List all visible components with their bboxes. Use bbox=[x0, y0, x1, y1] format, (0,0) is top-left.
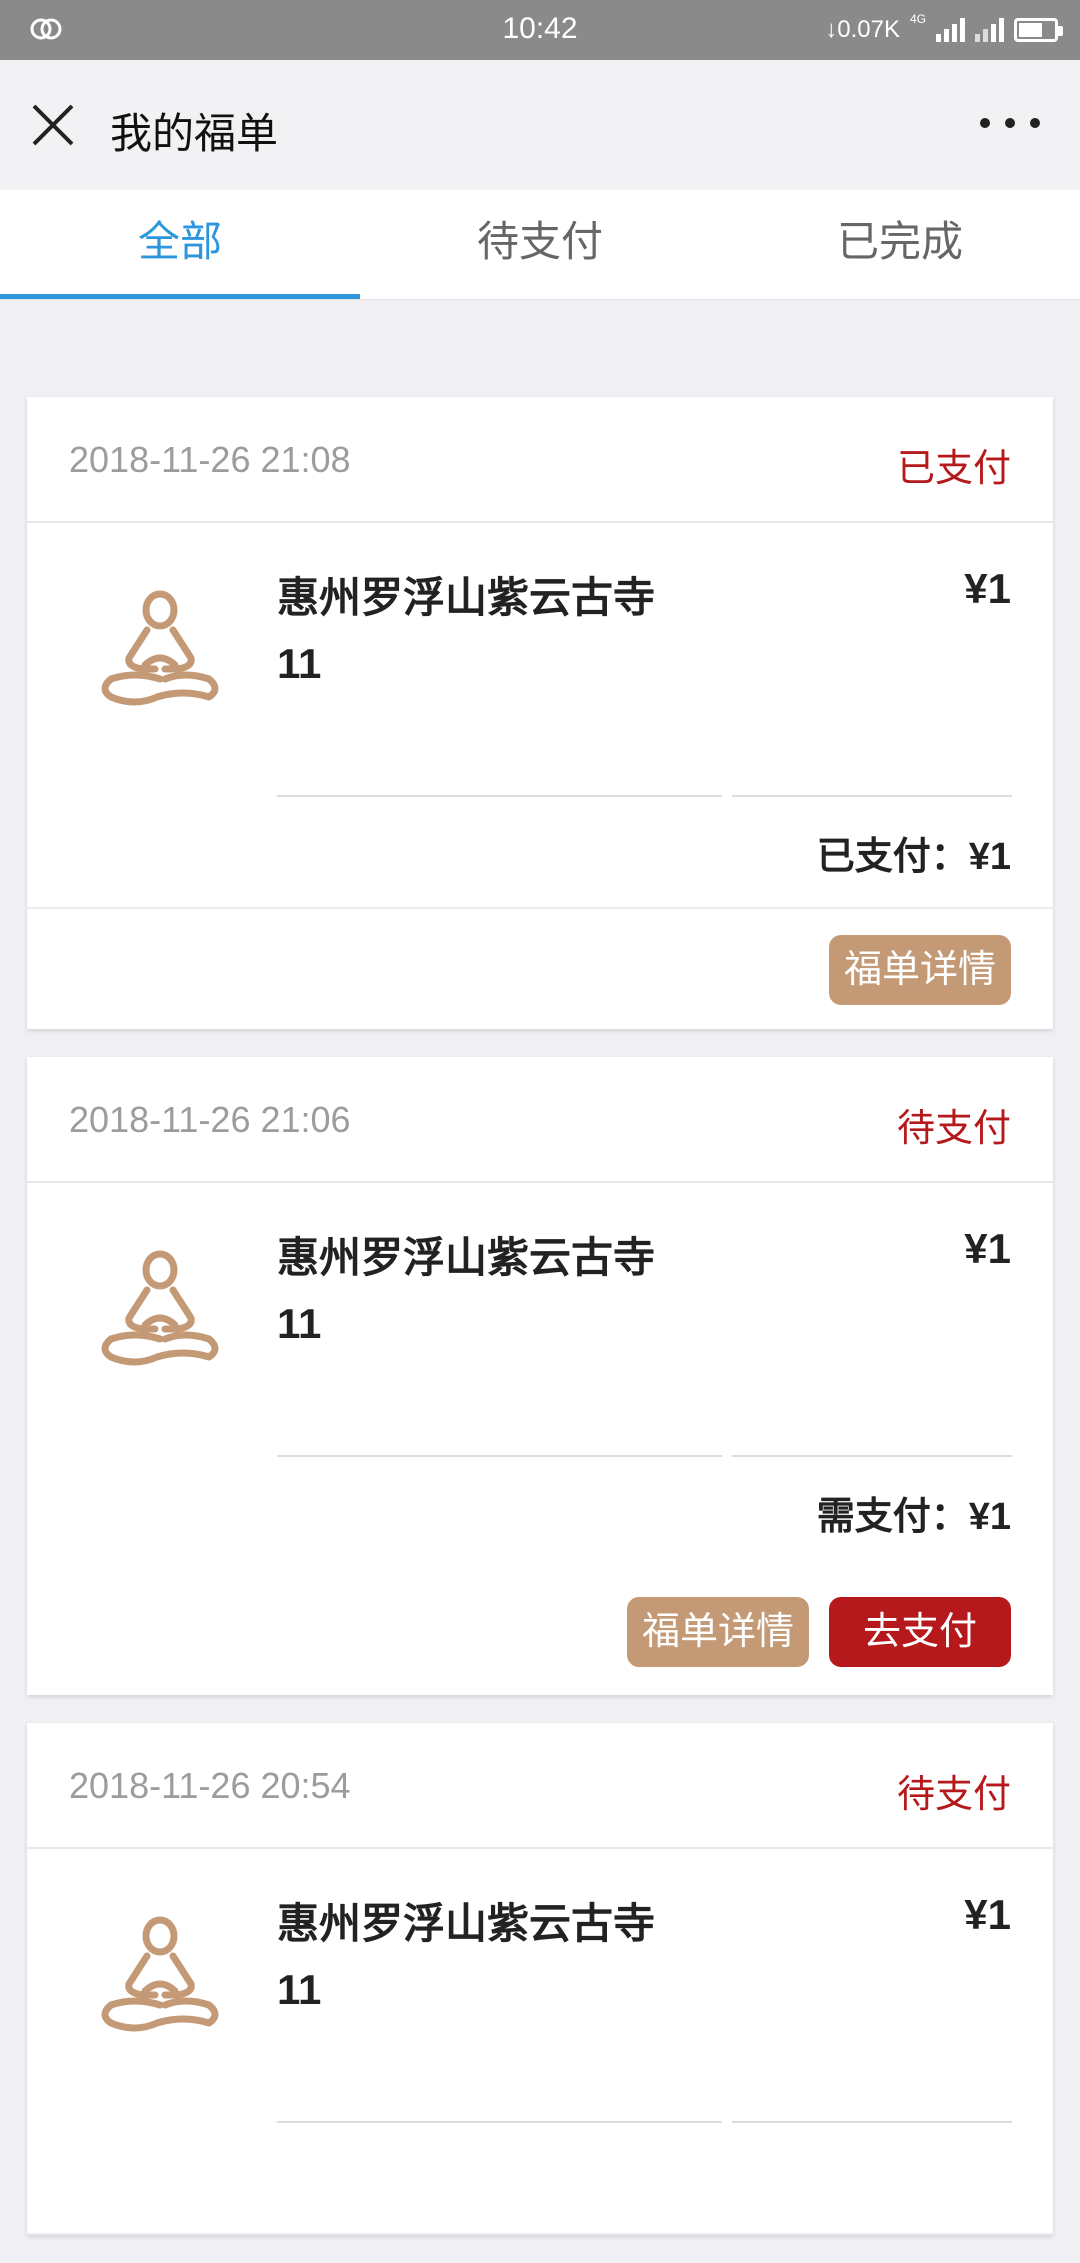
order-status: 已支付 bbox=[896, 448, 1011, 490]
temple-name-line: 11 bbox=[277, 640, 322, 687]
order-footer: 福单详情 bbox=[27, 909, 1053, 1029]
order-summary: 需支付：¥1 bbox=[816, 1496, 1011, 1538]
order-list: 2018-11-26 21:08 已支付 惠州罗浮山紫云古寺 11 ¥1 已支付… bbox=[27, 397, 1053, 2263]
order-price: ¥1 bbox=[964, 1891, 1011, 1938]
top-navbar: 我的福单 bbox=[0, 60, 1080, 190]
temple-name-line: 惠州罗浮山紫云古寺 bbox=[277, 574, 656, 621]
temple-name-line: 惠州罗浮山紫云古寺 bbox=[277, 1234, 656, 1281]
status-bar: 10:42 ↓0.07K 4G bbox=[0, 0, 1080, 60]
signal-icon bbox=[936, 18, 965, 42]
status-right: ↓0.07K 4G bbox=[825, 12, 1063, 48]
order-actions: 福单详情 bbox=[829, 935, 1011, 1005]
meditation-logo-icon bbox=[101, 590, 219, 706]
temple-name-line: 11 bbox=[277, 1966, 322, 2013]
page-title: 我的福单 bbox=[110, 110, 279, 157]
order-price: ¥1 bbox=[964, 1225, 1011, 1272]
order-date: 2018-11-26 21:08 bbox=[69, 439, 351, 480]
order-header: 2018-11-26 21:06 待支付 bbox=[27, 1057, 1053, 1183]
net-speed: ↓0.07K bbox=[825, 16, 900, 43]
order-date: 2018-11-26 21:06 bbox=[69, 1099, 351, 1140]
tab-all[interactable]: 全部 bbox=[0, 190, 360, 299]
meditation-logo-icon bbox=[101, 1916, 219, 2032]
temple-name: 惠州罗浮山紫云古寺 11 bbox=[277, 1225, 697, 1357]
divider bbox=[277, 2121, 722, 2123]
divider bbox=[732, 795, 1012, 797]
order-card: 2018-11-26 21:06 待支付 惠州罗浮山紫云古寺 11 ¥1 需支付… bbox=[27, 1057, 1053, 1695]
order-summary: 已支付：¥1 bbox=[816, 836, 1011, 878]
temple-name-line: 11 bbox=[277, 1300, 322, 1347]
order-header: 2018-11-26 20:54 待支付 bbox=[27, 1723, 1053, 1849]
tab-completed[interactable]: 已完成 bbox=[720, 190, 1080, 299]
divider bbox=[277, 795, 722, 797]
temple-name: 惠州罗浮山紫云古寺 11 bbox=[277, 565, 697, 697]
temple-name: 惠州罗浮山紫云古寺 11 bbox=[277, 1891, 697, 2023]
network-type: 4G bbox=[909, 12, 926, 26]
signal-icon-2 bbox=[975, 18, 1004, 42]
order-header: 2018-11-26 21:08 已支付 bbox=[27, 397, 1053, 523]
battery-icon bbox=[1014, 18, 1063, 42]
divider bbox=[732, 2121, 1012, 2123]
pay-button[interactable]: 去支付 bbox=[829, 1597, 1011, 1667]
order-card: 2018-11-26 21:08 已支付 惠州罗浮山紫云古寺 11 ¥1 已支付… bbox=[27, 397, 1053, 1029]
divider bbox=[277, 1455, 722, 1457]
order-actions: 福单详情 去支付 bbox=[627, 1597, 1011, 1667]
divider bbox=[732, 1455, 1012, 1457]
close-icon[interactable] bbox=[30, 102, 76, 148]
order-detail-button[interactable]: 福单详情 bbox=[829, 935, 1011, 1005]
order-date: 2018-11-26 20:54 bbox=[69, 1765, 351, 1806]
order-price: ¥1 bbox=[964, 565, 1011, 612]
order-status: 待支付 bbox=[896, 1108, 1011, 1150]
tab-pending-payment[interactable]: 待支付 bbox=[360, 190, 720, 299]
more-icon[interactable] bbox=[980, 118, 1040, 132]
meditation-logo-icon bbox=[101, 1250, 219, 1366]
order-tabs: 全部 待支付 已完成 bbox=[0, 190, 1080, 300]
order-body[interactable]: 惠州罗浮山紫云古寺 11 ¥1 已支付：¥1 bbox=[27, 523, 1053, 909]
order-detail-button[interactable]: 福单详情 bbox=[627, 1597, 809, 1667]
order-body[interactable]: 惠州罗浮山紫云古寺 11 ¥1 bbox=[27, 1849, 1053, 2235]
temple-name-line: 惠州罗浮山紫云古寺 bbox=[277, 1900, 656, 1947]
order-body[interactable]: 惠州罗浮山紫云古寺 11 ¥1 需支付：¥1 福单详情 去支付 bbox=[27, 1183, 1053, 1695]
order-status: 待支付 bbox=[896, 1774, 1011, 1816]
order-card: 2018-11-26 20:54 待支付 惠州罗浮山紫云古寺 11 ¥1 bbox=[27, 1723, 1053, 2235]
